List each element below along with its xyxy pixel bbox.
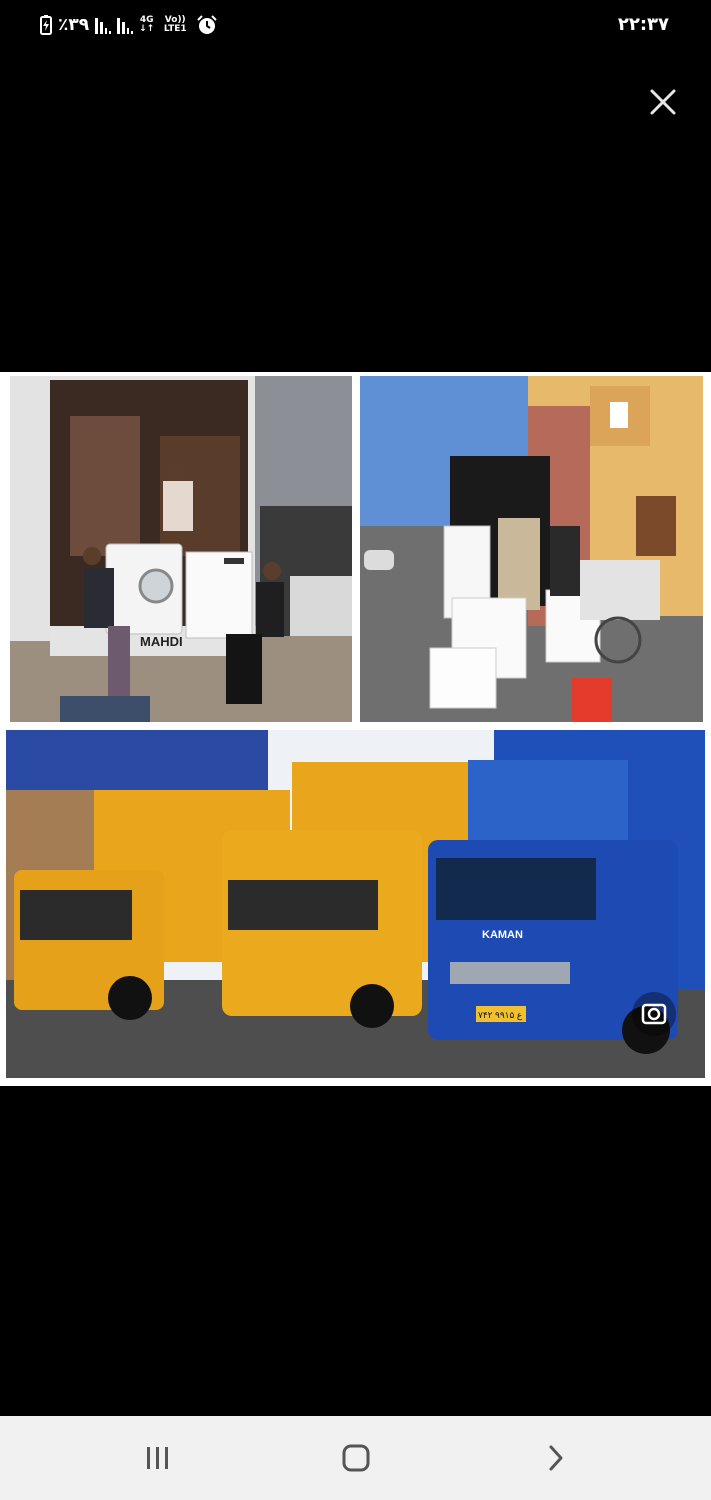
battery-charging-icon <box>40 15 52 35</box>
recent-apps-button[interactable] <box>128 1438 188 1478</box>
signal-bars-2-icon <box>117 16 134 34</box>
image-viewer[interactable]: MAHDI KAMAN ۷۴۲ ع ۹۹۱۵ <box>0 372 711 1086</box>
network-type: 4G ↓↑ <box>139 15 155 34</box>
close-button[interactable] <box>645 84 681 120</box>
volte-indicator: Vo)) LTE1 <box>163 15 187 34</box>
battery-percent: ٪۳۹ <box>58 15 90 35</box>
photo-movers-unloading: MAHDI <box>10 376 352 722</box>
home-icon <box>342 1444 370 1472</box>
status-icons: ٪۳۹ 4G ↓↑ Vo)) LTE1 <box>40 14 218 36</box>
home-button[interactable] <box>326 1438 386 1478</box>
photo-moving-trucks: KAMAN ۷۴۲ ع ۹۹۱۵ <box>6 730 705 1078</box>
back-button[interactable] <box>526 1438 586 1478</box>
photo-furniture-street <box>360 376 703 722</box>
signal-bars-icon <box>95 16 112 34</box>
camera-lens-icon <box>632 992 676 1036</box>
truck-text-kaman: KAMAN <box>482 929 523 941</box>
navigation-bar <box>0 1416 711 1500</box>
truck-plate: ۷۴۲ ع ۹۹۱۵ <box>478 1010 523 1021</box>
alarm-clock-icon <box>197 15 217 34</box>
image-search-button[interactable] <box>630 990 678 1038</box>
recent-apps-icon <box>147 1447 168 1469</box>
close-icon <box>650 89 676 115</box>
status-bar: ٪۳۹ 4G ↓↑ Vo)) LTE1 ۲۲:۳۷ <box>0 0 711 52</box>
clock: ۲۲:۳۷ <box>617 14 669 35</box>
chevron-right-icon <box>549 1445 563 1471</box>
truck-text-mahdi: MAHDI <box>140 634 183 649</box>
